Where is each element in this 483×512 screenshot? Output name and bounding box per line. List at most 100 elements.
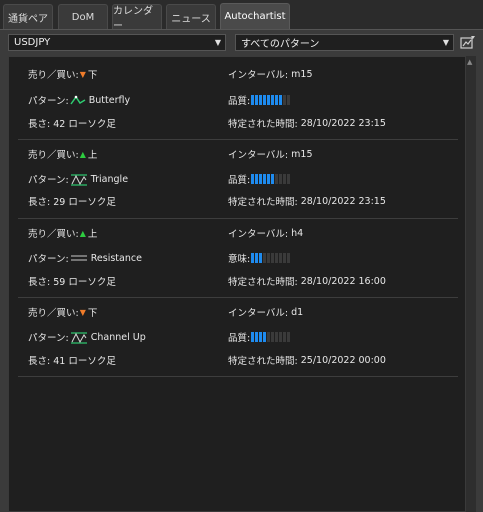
pattern-select[interactable]: すべてのパターン ▼ bbox=[235, 34, 454, 51]
interval-value: h4 bbox=[291, 227, 304, 239]
direction-label: 売り／買い: bbox=[28, 308, 79, 319]
quality-bar-segment bbox=[283, 95, 287, 105]
quality-cell: 品質: bbox=[228, 330, 291, 344]
identified-cell: 特定された時間: 28/10/2022 23:15 bbox=[228, 116, 386, 131]
length-value: 42 ローソク足 bbox=[53, 119, 116, 130]
quality-bar-segment bbox=[271, 253, 275, 263]
quality-bar-segment bbox=[259, 253, 263, 263]
identified-cell: 特定された時間: 28/10/2022 16:00 bbox=[228, 274, 386, 289]
pattern-cell: パターン: Butterfly bbox=[28, 93, 130, 108]
pattern-label: パターン: bbox=[28, 96, 69, 107]
scrollbar[interactable]: ▲ bbox=[466, 56, 476, 512]
quality-bar-segment bbox=[279, 174, 283, 184]
tab-calendar[interactable]: カレンダー bbox=[112, 4, 162, 32]
filter-settings-icon bbox=[459, 36, 475, 49]
result-row[interactable]: 売り／買い: ▲ 上 パターン: Resistance 長さ: 59 ローソク足… bbox=[18, 218, 458, 298]
symbol-select-value: USDJPY bbox=[14, 37, 51, 48]
pattern-cell: パターン: Triangle bbox=[28, 172, 129, 187]
direction-cell: 売り／買い: ▼ 下 bbox=[28, 305, 98, 320]
length-label: 長さ: bbox=[28, 277, 51, 288]
quality-bar-segment bbox=[271, 95, 275, 105]
quality-bar-segment bbox=[275, 174, 279, 184]
significance-label: 意味: bbox=[228, 254, 251, 265]
tab-label: 通貨ペア bbox=[8, 13, 48, 25]
direction-value: 下 bbox=[87, 308, 98, 319]
tab-currency-pairs[interactable]: 通貨ペア bbox=[3, 4, 53, 29]
quality-meter bbox=[251, 174, 291, 184]
quality-bar-segment bbox=[263, 174, 267, 184]
length-cell: 長さ: 42 ローソク足 bbox=[28, 116, 116, 130]
direction-cell: 売り／買い: ▲ 上 bbox=[28, 226, 97, 241]
tab-label: Autochartist bbox=[224, 11, 286, 22]
filter-settings-button[interactable] bbox=[459, 34, 476, 51]
interval-value: d1 bbox=[291, 306, 304, 318]
identified-label: 特定された時間: bbox=[228, 356, 298, 367]
quality-bar-segment bbox=[251, 253, 255, 263]
quality-bar-segment bbox=[255, 95, 259, 105]
interval-label: インターバル: bbox=[228, 229, 289, 240]
quality-bar-segment bbox=[259, 174, 263, 184]
quality-label: 品質: bbox=[228, 96, 251, 107]
identified-value: 28/10/2022 23:15 bbox=[300, 195, 386, 207]
quality-bar-segment bbox=[263, 253, 267, 263]
pattern-label: パターン: bbox=[28, 333, 69, 344]
length-value: 29 ローソク足 bbox=[53, 197, 116, 208]
quality-bar-segment bbox=[251, 95, 255, 105]
quality-bar-segment bbox=[287, 253, 291, 263]
quality-bar-segment bbox=[275, 253, 279, 263]
tab-autochartist[interactable]: Autochartist bbox=[220, 3, 290, 29]
tab-news[interactable]: ニュース bbox=[166, 4, 216, 29]
quality-bar-segment bbox=[251, 174, 255, 184]
quality-bar-segment bbox=[255, 253, 259, 263]
length-label: 長さ: bbox=[28, 119, 51, 130]
quality-bar-segment bbox=[263, 332, 267, 342]
direction-label: 売り／買い: bbox=[28, 150, 79, 161]
length-cell: 長さ: 41 ローソク足 bbox=[28, 353, 116, 367]
direction-cell: 売り／買い: ▲ 上 bbox=[28, 147, 97, 162]
length-value: 41 ローソク足 bbox=[53, 356, 116, 367]
quality-bar-segment bbox=[275, 332, 279, 342]
down-arrow-icon: ▼ bbox=[79, 69, 86, 79]
result-row[interactable]: 売り／買い: ▲ 上 パターン: Triangle 長さ: 29 ローソク足 イ… bbox=[18, 139, 458, 219]
direction-label: 売り／買い: bbox=[28, 70, 79, 81]
quality-bar-segment bbox=[283, 332, 287, 342]
quality-bar-segment bbox=[251, 332, 255, 342]
quality-bar-segment bbox=[255, 332, 259, 342]
interval-value: m15 bbox=[291, 148, 313, 160]
direction-value: 下 bbox=[87, 70, 98, 81]
pattern-label: パターン: bbox=[28, 254, 69, 265]
identified-cell: 特定された時間: 28/10/2022 23:15 bbox=[228, 194, 386, 209]
interval-label: インターバル: bbox=[228, 150, 289, 161]
interval-cell: インターバル: m15 bbox=[228, 147, 313, 162]
pattern-value: Channel Up bbox=[90, 331, 146, 343]
length-value: 59 ローソク足 bbox=[53, 277, 116, 288]
quality-bar-segment bbox=[283, 174, 287, 184]
quality-bar-segment bbox=[287, 174, 291, 184]
symbol-select[interactable]: USDJPY ▼ bbox=[8, 34, 226, 51]
row-divider bbox=[18, 376, 458, 377]
scroll-up-icon[interactable]: ▲ bbox=[467, 58, 472, 66]
quality-meter bbox=[251, 95, 291, 105]
tab-dom[interactable]: DoM bbox=[58, 4, 108, 29]
chevron-down-icon: ▼ bbox=[214, 38, 221, 47]
quality-bar-segment bbox=[271, 332, 275, 342]
down-arrow-icon: ▼ bbox=[79, 307, 86, 317]
quality-bar-segment bbox=[255, 174, 259, 184]
quality-bar-segment bbox=[263, 95, 267, 105]
quality-bar-segment bbox=[279, 332, 283, 342]
quality-bar-segment bbox=[275, 95, 279, 105]
quality-bar-segment bbox=[279, 95, 283, 105]
quality-label: 品質: bbox=[228, 175, 251, 186]
quality-bar-segment bbox=[267, 174, 271, 184]
up-arrow-icon: ▲ bbox=[79, 228, 86, 238]
tab-bar: 通貨ペア DoM カレンダー ニュース Autochartist bbox=[0, 0, 483, 32]
quality-label: 品質: bbox=[228, 333, 251, 344]
length-cell: 長さ: 59 ローソク足 bbox=[28, 274, 116, 288]
result-row[interactable]: 売り／買い: ▼ 下 パターン: Channel Up 長さ: 41 ローソク足… bbox=[18, 297, 458, 377]
result-row[interactable]: 売り／買い: ▼ 下 パターン: Butterfly 長さ: 42 ローソク足 … bbox=[18, 60, 458, 140]
quality-bar-segment bbox=[283, 253, 287, 263]
identified-label: 特定された時間: bbox=[228, 119, 298, 130]
pattern-value: Triangle bbox=[90, 173, 129, 185]
interval-cell: インターバル: h4 bbox=[228, 226, 304, 241]
quality-meter bbox=[251, 253, 291, 263]
